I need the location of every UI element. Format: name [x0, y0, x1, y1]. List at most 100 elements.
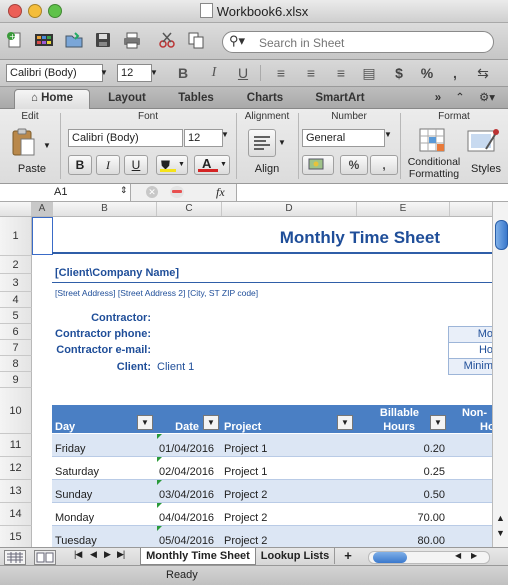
align-center-icon[interactable]: ≡ — [300, 64, 322, 82]
next-sheet-icon[interactable]: ▶ — [104, 549, 111, 560]
tab-smartart[interactable]: SmartArt — [304, 90, 376, 107]
day-cell[interactable]: Sunday — [55, 489, 92, 501]
day-cell[interactable]: Tuesday — [55, 535, 97, 547]
error-indicator-icon[interactable] — [157, 503, 162, 508]
side-label-hours[interactable]: Ho — [448, 342, 492, 359]
gallery-icon[interactable] — [33, 29, 55, 51]
ribbon-settings-icon[interactable]: ⚙▾ — [474, 90, 500, 107]
more-tabs-icon[interactable]: » — [430, 90, 446, 107]
decrease-decimal-icon[interactable]: ⇆ — [472, 64, 494, 82]
percent-button[interactable]: % — [416, 64, 438, 82]
date-cell[interactable]: 02/04/2016 — [159, 466, 214, 478]
stepper-icon[interactable]: ⇕ — [120, 185, 128, 196]
hours-cell[interactable]: 0.25 — [357, 466, 445, 478]
tab-charts[interactable]: Charts — [236, 90, 294, 107]
day-cell[interactable]: Saturday — [55, 466, 99, 478]
styles-icon[interactable] — [466, 127, 500, 160]
scroll-left-arrow-icon[interactable]: ◀ — [455, 551, 461, 560]
date-cell[interactable]: 03/04/2016 — [159, 489, 214, 501]
print-icon[interactable] — [121, 29, 143, 51]
first-sheet-icon[interactable]: |◀ — [74, 549, 82, 560]
italic-button[interactable]: I — [203, 64, 225, 82]
new-workbook-icon[interactable]: + — [4, 29, 26, 51]
sheet-tab-lookup-lists[interactable]: Lookup Lists — [256, 548, 335, 564]
sheet-tab-monthly-time-sheet[interactable]: Monthly Time Sheet — [140, 548, 256, 565]
font-name-select[interactable]: Calibri (Body) — [6, 64, 103, 82]
copy-icon[interactable] — [185, 29, 207, 51]
column-header-f[interactable] — [450, 202, 492, 216]
hours-cell[interactable]: 0.20 — [357, 443, 445, 455]
row-header-8[interactable]: 8 — [0, 356, 32, 372]
font-size-select[interactable]: 12 — [117, 64, 152, 82]
save-icon[interactable] — [92, 29, 114, 51]
vertical-scroll-thumb[interactable] — [495, 220, 508, 250]
day-cell[interactable]: Friday — [55, 443, 86, 455]
hours-cell[interactable]: 80.00 — [357, 535, 445, 547]
selected-cell-a1[interactable] — [32, 217, 53, 255]
project-cell[interactable]: Project 2 — [224, 489, 267, 501]
chevron-down-icon[interactable]: ▼ — [221, 130, 229, 139]
name-box[interactable]: A1 ⇕ — [0, 184, 131, 201]
ribbon-italic-button[interactable]: I — [96, 155, 120, 175]
comma-button[interactable]: , — [444, 64, 466, 82]
currency-button[interactable]: $ — [388, 64, 410, 82]
chevron-down-icon[interactable]: ▼ — [148, 64, 160, 82]
underline-button[interactable]: U — [232, 64, 254, 82]
sheet-title[interactable]: Monthly Time Sheet — [230, 228, 440, 248]
column-header-b[interactable]: B — [53, 202, 157, 216]
scroll-up-arrow-icon[interactable]: ▲ — [496, 513, 505, 523]
ribbon-bold-button[interactable]: B — [68, 155, 92, 175]
align-right-icon[interactable]: ≡ — [330, 64, 352, 82]
day-cell[interactable]: Monday — [55, 512, 94, 524]
cancel-formula-icon[interactable]: ✕ — [146, 186, 158, 198]
align-left-icon[interactable]: ≡ — [270, 64, 292, 82]
row-header-6[interactable]: 6 — [0, 324, 32, 340]
side-label-minimum[interactable]: Minim — [448, 358, 492, 375]
scroll-right-arrow-icon[interactable]: ▶ — [471, 551, 477, 560]
chevron-down-icon[interactable]: ▼ — [98, 64, 110, 82]
scroll-down-arrow-icon[interactable]: ▼ — [496, 528, 505, 538]
page-layout-view-icon[interactable] — [34, 550, 56, 565]
project-cell[interactable]: Project 2 — [224, 535, 267, 547]
styles-button[interactable]: Styles — [466, 163, 506, 175]
row-header-15[interactable]: 15 — [0, 526, 32, 547]
chevron-down-icon[interactable]: ▼ — [384, 130, 392, 139]
paste-icon[interactable] — [10, 127, 36, 162]
search-icon[interactable]: ⚲▾ — [229, 33, 245, 49]
paste-button[interactable]: Paste — [12, 163, 52, 175]
conditional-formatting-button[interactable]: Conditional Formatting — [402, 156, 466, 180]
address-cell[interactable]: [Street Address] [Street Address 2] [Cit… — [55, 288, 258, 298]
ribbon-font-name-select[interactable]: Calibri (Body) — [68, 129, 183, 147]
row-header-12[interactable]: 12 — [0, 457, 32, 480]
tab-layout[interactable]: Layout — [98, 90, 156, 107]
day-filter-dropdown-icon[interactable]: ▼ — [137, 415, 153, 430]
chevron-down-icon[interactable]: ▼ — [278, 138, 286, 147]
column-header-e[interactable]: E — [357, 202, 450, 216]
cut-icon[interactable] — [156, 29, 178, 51]
collapse-ribbon-icon[interactable]: ⌃ — [452, 90, 468, 107]
worksheet-grid[interactable]: A B C D E 1 2 3 4 5 6 7 8 9 10 11 12 13 … — [0, 202, 492, 547]
select-all-corner[interactable] — [0, 202, 32, 216]
horizontal-scroll-thumb[interactable] — [373, 552, 407, 563]
hours-cell[interactable]: 70.00 — [357, 512, 445, 524]
project-cell[interactable]: Project 1 — [224, 443, 267, 455]
previous-sheet-icon[interactable]: ◀ — [90, 549, 97, 560]
tab-home[interactable]: ⌂ Home — [14, 89, 90, 109]
project-filter-dropdown-icon[interactable]: ▼ — [337, 415, 353, 430]
add-sheet-button[interactable]: + — [338, 548, 358, 564]
date-cell[interactable]: 05/04/2016 — [159, 535, 214, 547]
search-box[interactable]: ⚲▾ — [222, 31, 494, 53]
fill-color-button[interactable]: ⛊ ▼ — [156, 155, 188, 175]
enter-formula-icon[interactable] — [170, 186, 184, 198]
column-header-c[interactable]: C — [157, 202, 222, 216]
paste-dropdown-icon[interactable]: ▼ — [43, 141, 51, 150]
merge-icon[interactable]: ▤ — [358, 64, 380, 82]
ribbon-comma-button[interactable]: , — [370, 155, 398, 175]
row-header-14[interactable]: 14 — [0, 503, 32, 526]
date-filter-dropdown-icon[interactable]: ▼ — [203, 415, 219, 430]
column-header-a[interactable]: A — [32, 202, 53, 216]
horizontal-scrollbar[interactable]: ◀ ▶ — [368, 551, 490, 564]
align-button[interactable]: Align — [243, 163, 291, 175]
project-cell[interactable]: Project 2 — [224, 512, 267, 524]
row-header-2[interactable]: 2 — [0, 256, 32, 274]
